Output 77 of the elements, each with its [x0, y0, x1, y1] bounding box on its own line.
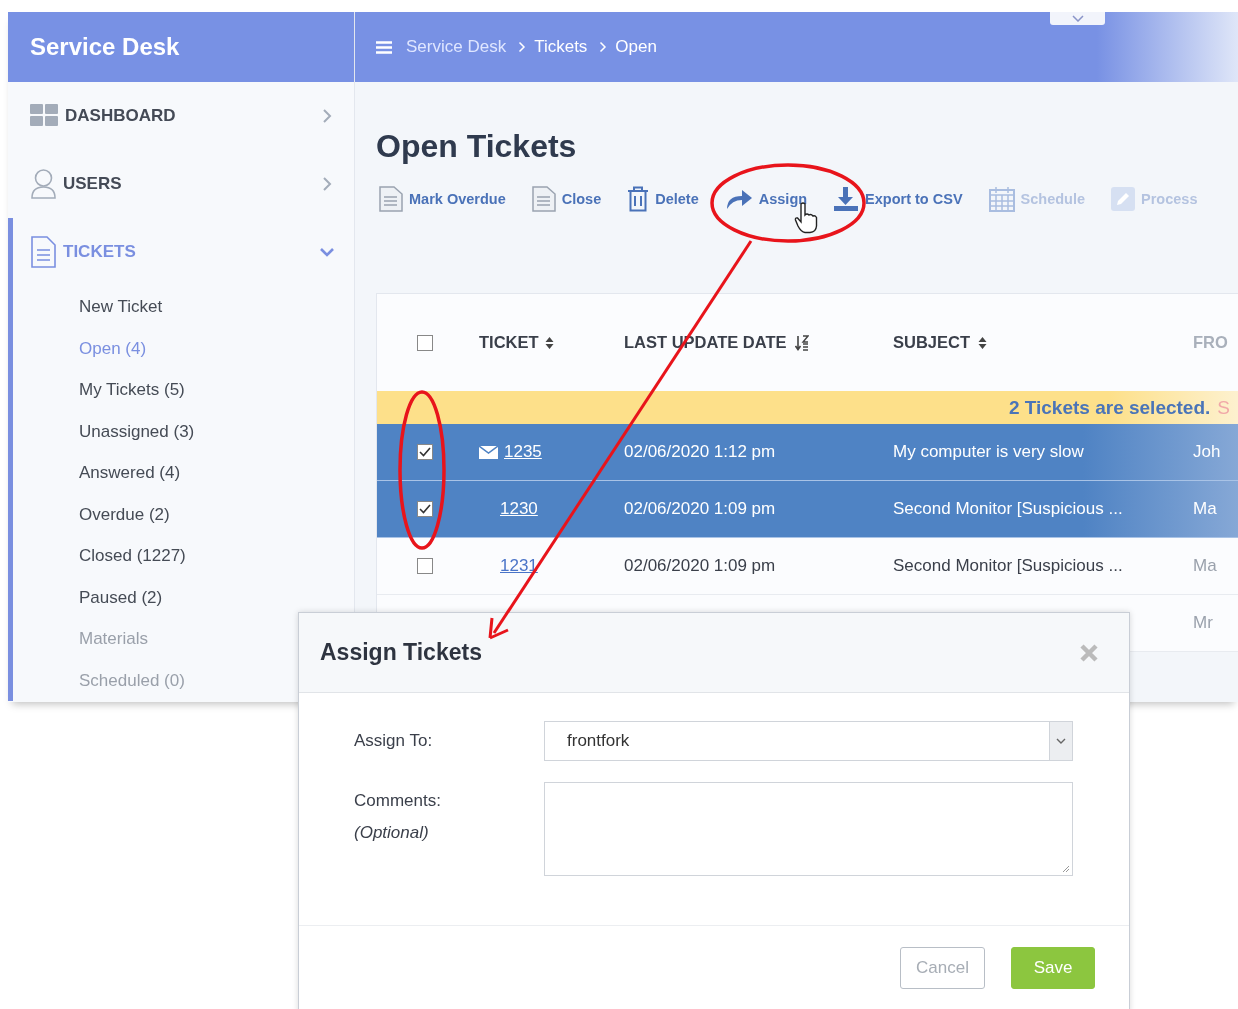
sort-icon[interactable] — [544, 335, 554, 350]
sidebar-title: Service Desk — [8, 12, 354, 82]
table-cell: 02/06/2020 1:09 pm — [624, 499, 776, 518]
table-row[interactable]: 1231 02/06/2020 1:09 pm Second Monitor [Suspicious ... Ma — [377, 538, 1238, 595]
sidebar-item-label: USERS — [63, 174, 123, 194]
document-icon — [30, 236, 57, 268]
row-checkbox[interactable] — [417, 444, 433, 460]
table-cell: 02/06/2020 1:12 pm — [624, 442, 776, 461]
select-all-checkbox[interactable] — [417, 334, 433, 351]
table-row[interactable]: 1235 02/06/2020 1:12 pm My computer is very slow Joh — [377, 424, 1238, 481]
breadcrumb-link[interactable]: Open — [615, 37, 657, 57]
sidebar-item[interactable]: DASHBOARD — [8, 82, 354, 150]
chevron-right-icon — [518, 41, 527, 53]
cancel-button[interactable]: Cancel — [900, 947, 985, 989]
column-header[interactable]: SUBJECT — [893, 333, 970, 352]
sidebar-subitem[interactable]: Unassigned (3) — [13, 410, 195, 452]
table-cell: 02/06/2020 1:09 pm — [624, 556, 776, 575]
breadcrumb-link[interactable]: Service Desk — [406, 37, 507, 57]
trash-icon — [627, 186, 650, 212]
caret-icon — [1056, 738, 1066, 744]
toolbar-button[interactable]: Assign — [724, 188, 808, 210]
sidebar-subitem[interactable]: My Tickets (5) — [13, 369, 185, 411]
breadcrumb-link[interactable]: Tickets — [534, 37, 588, 57]
sidebar-item-label: TICKETS — [63, 242, 137, 262]
document-icon — [379, 186, 403, 212]
table-cell: Ma — [1193, 556, 1217, 575]
sort-icon[interactable] — [978, 335, 987, 350]
ticket-link[interactable]: 1235 — [504, 442, 542, 462]
sidebar-item[interactable]: USERS — [8, 150, 354, 218]
toolbar-button[interactable]: Delete — [627, 186, 699, 212]
sidebar-item-label: DASHBOARD — [65, 106, 177, 126]
document-icon — [531, 186, 556, 212]
page-title: Open Tickets — [376, 127, 578, 166]
sidebar-subitem[interactable]: Paused (2) — [13, 576, 163, 618]
sidebar-subitem[interactable]: New Ticket — [13, 286, 163, 328]
chevron-down-icon — [1071, 15, 1084, 22]
field-label: Assign To: — [354, 731, 434, 751]
column-header[interactable]: TICKET — [479, 333, 539, 352]
user-icon — [30, 168, 57, 200]
selection-message: 2 Tickets are selected. — [1008, 396, 1211, 419]
table-cell: Second Monitor [Suspicious ... — [893, 499, 1123, 518]
toolbar-button[interactable]: Close — [531, 186, 602, 212]
download-icon — [833, 186, 860, 212]
sidebar-subitem[interactable]: Overdue (2) — [13, 493, 170, 535]
menu-icon[interactable] — [376, 40, 392, 54]
comments-field[interactable] — [544, 782, 1073, 876]
sidebar-subitem[interactable]: Answered (4) — [13, 452, 181, 494]
table-cell: Second Monitor [Suspicious ... — [893, 556, 1123, 575]
dialog-title: Assign Tickets — [320, 639, 482, 666]
toolbar-button[interactable]: Mark Overdue — [379, 186, 506, 212]
chevron-right-icon[interactable] — [320, 109, 334, 123]
sort-descending-icon[interactable] — [794, 334, 809, 351]
sidebar-subitem[interactable]: Closed (1227) — [13, 535, 186, 577]
chevron-down-icon[interactable] — [320, 245, 334, 259]
table-row[interactable]: 1230 02/06/2020 1:09 pm Second Monitor [Suspicious ... Ma — [377, 481, 1238, 538]
assignee-dropdown[interactable]: frontfork — [544, 721, 1073, 761]
toolbar-button[interactable]: Export to CSV — [833, 186, 963, 212]
ticket-link[interactable]: 1230 — [500, 499, 538, 519]
row-checkbox[interactable] — [417, 558, 433, 574]
table-cell: Mr — [1193, 613, 1213, 632]
collapse-tab[interactable] — [1050, 12, 1105, 25]
row-checkbox[interactable] — [417, 501, 433, 517]
table-cell: Ma — [1193, 499, 1217, 518]
field-hint: (Optional) — [354, 823, 430, 843]
chevron-right-icon[interactable] — [320, 177, 334, 191]
ticket-link[interactable]: 1231 — [500, 556, 538, 576]
resize-grip-icon[interactable] — [1062, 865, 1070, 873]
chevron-right-icon — [599, 41, 608, 53]
table-cell: My computer is very slow — [893, 442, 1084, 461]
pencil-icon — [1111, 187, 1136, 211]
field-label: Comments: — [354, 791, 442, 811]
table-cell: Joh — [1193, 442, 1221, 461]
grid-icon — [30, 104, 59, 128]
close-icon[interactable] — [1079, 642, 1099, 663]
sidebar-subitem[interactable]: Open (4) — [13, 327, 147, 369]
share-arrow-icon — [724, 188, 753, 210]
calendar-icon — [988, 186, 1015, 212]
